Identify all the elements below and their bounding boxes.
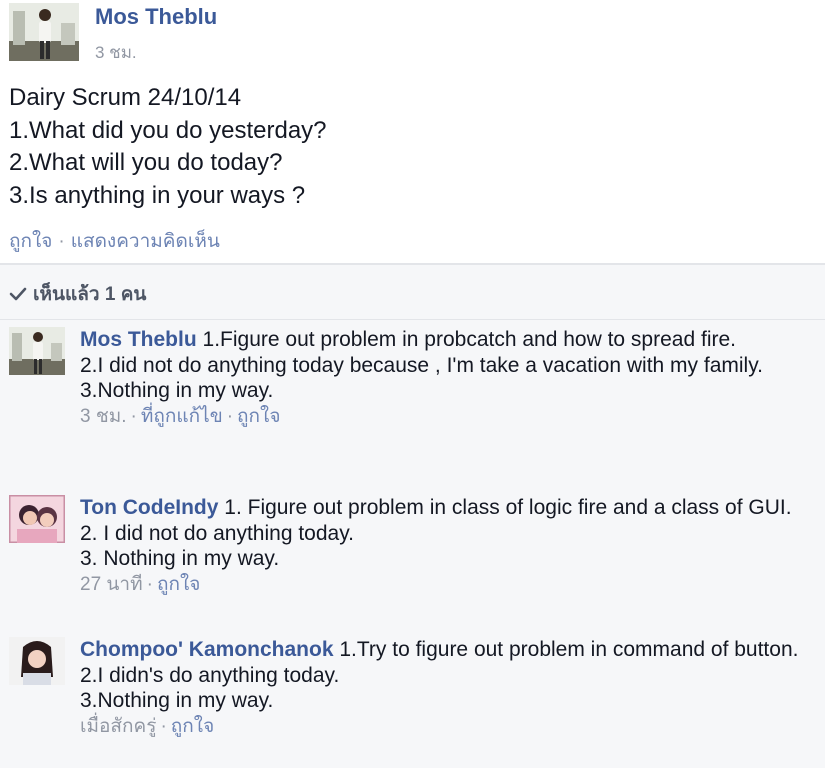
comment-timestamp[interactable]: 27 นาที <box>80 574 143 595</box>
post-author-avatar[interactable] <box>9 3 79 61</box>
comment-meta: 27 นาที · ถูกใจ <box>80 572 810 598</box>
comment-meta: เมื่อสักครู่ · ถูกใจ <box>80 714 810 740</box>
checkmark-icon <box>9 287 27 301</box>
comment-author-name[interactable]: Chompoo' Kamonchanok <box>80 638 334 661</box>
separator: · <box>160 715 167 737</box>
comment-line: 2. I did not do anything today. <box>80 521 354 545</box>
separator: · <box>58 231 65 252</box>
comment-first-line: Chompoo' Kamonchanok 1.Try to figure out… <box>80 637 810 663</box>
comment-text: 1. Figure out problem in class of logic … <box>224 496 792 519</box>
post-body-line: Dairy Scrum 24/10/14 <box>9 84 242 111</box>
comment-content: Mos Theblu 1.Figure out problem in probc… <box>80 327 810 429</box>
comment-content: Ton CodeIndy 1. Figure out problem in cl… <box>80 495 810 597</box>
comment-edited-link[interactable]: ที่ถูกแก้ไข <box>141 406 223 427</box>
divider <box>0 319 825 320</box>
post-actions: ถูกใจ · แสดงความคิดเห็น <box>9 226 220 256</box>
post-body-line: 2.What will you do today? <box>9 149 283 176</box>
post-body-line: 1.What did you do yesterday? <box>9 116 327 144</box>
comment-author-name[interactable]: Ton CodeIndy <box>80 496 218 519</box>
comment-text: 1.Figure out problem in probcatch and ho… <box>202 328 736 351</box>
seen-by-label: เห็นแล้ว 1 คน <box>33 284 147 305</box>
comment-author-avatar[interactable] <box>9 327 65 375</box>
comment-line: 2.I didn's do anything today. <box>80 663 340 687</box>
post-body: Dairy Scrum 24/10/14 1.What did you do y… <box>9 82 327 212</box>
comment-author-name[interactable]: Mos Theblu <box>80 328 197 351</box>
comment-meta: 3 ชม. · ที่ถูกแก้ไข · ถูกใจ <box>80 404 810 430</box>
comment-button[interactable]: แสดงความคิดเห็น <box>71 231 220 252</box>
comment-timestamp[interactable]: 3 ชม. <box>80 406 127 427</box>
like-button[interactable]: ถูกใจ <box>9 231 52 252</box>
seen-by[interactable]: เห็นแล้ว 1 คน <box>9 279 146 309</box>
comment-first-line: Mos Theblu 1.Figure out problem in probc… <box>80 327 810 353</box>
comments-section: เห็นแล้ว 1 คน Mos Theblu 1.Figure out pr… <box>0 265 825 768</box>
comment-author-avatar[interactable] <box>9 495 65 543</box>
separator: · <box>130 405 137 427</box>
post-body-line: 3.Is anything in your ways ? <box>9 181 306 209</box>
comment-content: Chompoo' Kamonchanok 1.Try to figure out… <box>80 637 810 739</box>
comment-like-button[interactable]: ถูกใจ <box>237 406 280 427</box>
comment-text: 1.Try to figure out problem in command o… <box>339 638 799 661</box>
separator: · <box>146 573 153 595</box>
post-author-name[interactable]: Mos Theblu <box>95 4 217 30</box>
comment-like-button[interactable]: ถูกใจ <box>171 716 214 737</box>
comment-author-avatar[interactable] <box>9 637 65 685</box>
comment-line: 3.Nothing in my way. <box>80 379 274 402</box>
comment-line: 3. Nothing in my way. <box>80 547 280 570</box>
comment-first-line: Ton CodeIndy 1. Figure out problem in cl… <box>80 495 810 521</box>
comment-line: 2.I did not do anything today because , … <box>80 353 763 377</box>
post: Mos Theblu 3 ชม. Dairy Scrum 24/10/14 1.… <box>0 0 825 265</box>
comment-like-button[interactable]: ถูกใจ <box>157 574 200 595</box>
post-timestamp[interactable]: 3 ชม. <box>95 39 137 66</box>
comment-timestamp[interactable]: เมื่อสักครู่ <box>80 716 156 737</box>
comment-line: 3.Nothing in my way. <box>80 689 274 712</box>
separator: · <box>226 405 234 427</box>
